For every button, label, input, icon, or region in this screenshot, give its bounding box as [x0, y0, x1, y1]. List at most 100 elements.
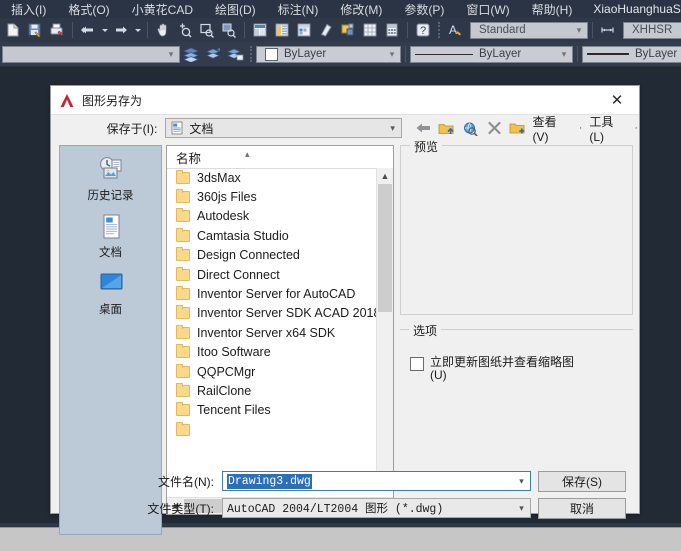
- menu-insert[interactable]: 插入(I): [0, 1, 57, 18]
- help-icon[interactable]: ?: [413, 20, 433, 40]
- properties-icon[interactable]: [250, 20, 270, 40]
- file-list-header[interactable]: 名称 ▴: [167, 146, 393, 169]
- menu-parametric[interactable]: 参数(P): [393, 1, 455, 18]
- layer-combo[interactable]: ByLayer ▾: [256, 45, 401, 63]
- linetype-combo[interactable]: ByLayer ▾: [410, 45, 573, 63]
- chevron-down-icon[interactable]: ▾: [513, 503, 530, 514]
- lineweight-value: ByLayer: [635, 48, 678, 60]
- dialog-title-bar[interactable]: 图形另存为 ✕: [51, 86, 639, 115]
- plot-icon[interactable]: [47, 20, 67, 40]
- text-style-icon[interactable]: A: [445, 20, 465, 40]
- vertical-scroll-thumb[interactable]: [378, 184, 392, 312]
- list-item[interactable]: Camtasia Studio: [167, 226, 378, 245]
- scroll-up-icon[interactable]: ▲: [377, 168, 393, 184]
- list-item[interactable]: Inventor Server x64 SDK: [167, 323, 378, 342]
- file-list-vertical-scrollbar[interactable]: ▲ ▼: [376, 168, 393, 490]
- menu-bar: 插入(I) 格式(O) 小黄花CAD 绘图(D) 标注(N) 修改(M) 参数(…: [0, 0, 681, 18]
- menu-modify[interactable]: 修改(M): [329, 1, 393, 18]
- file-type-combo[interactable]: AutoCAD 2004/LT2004 图形 (*.dwg) ▾: [222, 498, 531, 518]
- new-folder-icon[interactable]: [507, 118, 529, 138]
- new-sheet-icon[interactable]: [3, 20, 23, 40]
- list-item[interactable]: Autodesk: [167, 207, 378, 226]
- toolbar-layers-properties: ▾ ByLayer ▾ ByLayer ▾ ByLayer ▾: [0, 42, 681, 67]
- chevron-down-icon[interactable]: ▾: [165, 49, 177, 60]
- menu-draw[interactable]: 绘图(D): [204, 1, 267, 18]
- design-center-icon[interactable]: [272, 20, 292, 40]
- delete-icon[interactable]: [483, 118, 505, 138]
- undo-icon[interactable]: [78, 20, 98, 40]
- toolbar-separator: [592, 22, 593, 38]
- calculator-icon[interactable]: [382, 20, 402, 40]
- place-desktop[interactable]: 桌面: [60, 266, 161, 323]
- list-item[interactable]: RailClone: [167, 381, 378, 400]
- list-item[interactable]: Itoo Software: [167, 343, 378, 362]
- update-thumbnail-option[interactable]: 立即更新图纸并查看缩略图(U): [410, 356, 580, 382]
- list-item[interactable]: Design Connected: [167, 246, 378, 265]
- toolbar-separator: [244, 22, 245, 38]
- place-documents[interactable]: 文档: [60, 209, 161, 266]
- redo-dropdown-icon[interactable]: [133, 20, 142, 40]
- layer-state-combo[interactable]: ▾: [2, 45, 180, 63]
- save-as-icon[interactable]: [25, 20, 45, 40]
- zoom-window-icon[interactable]: [197, 20, 217, 40]
- list-item[interactable]: Inventor Server SDK ACAD 2018: [167, 304, 378, 323]
- list-item[interactable]: [167, 420, 378, 439]
- list-item[interactable]: QQPCMgr: [167, 362, 378, 381]
- menu-xhh-cad[interactable]: 小黄花CAD: [121, 1, 204, 18]
- toolbar-grip[interactable]: [250, 46, 252, 62]
- search-web-icon[interactable]: [460, 118, 482, 138]
- pan-hand-icon[interactable]: [153, 20, 173, 40]
- zoom-previous-icon[interactable]: [219, 20, 239, 40]
- back-arrow-icon[interactable]: [413, 118, 435, 138]
- save-in-value: 文档: [189, 121, 214, 136]
- tools-menu[interactable]: 工具(L): [587, 113, 629, 144]
- lineweight-combo[interactable]: ByLayer ▾: [582, 45, 681, 63]
- menu-help[interactable]: 帮助(H): [521, 1, 584, 18]
- dimension-style-combo[interactable]: XHHSR ▾: [623, 21, 681, 39]
- close-icon[interactable]: ✕: [595, 86, 639, 114]
- cancel-button[interactable]: 取消: [538, 497, 626, 519]
- layer-properties-icon[interactable]: [181, 44, 201, 64]
- update-thumbnail-checkbox[interactable]: [410, 357, 424, 371]
- list-item[interactable]: 3dsMax: [167, 168, 378, 187]
- place-history[interactable]: 历史记录: [60, 152, 161, 209]
- chevron-down-icon[interactable]: ▾: [386, 49, 398, 60]
- list-item[interactable]: 360js Files: [167, 187, 378, 206]
- chevron-down-icon[interactable]: ▾: [573, 25, 585, 36]
- chevron-down-icon[interactable]: ▾: [513, 476, 530, 487]
- table-icon[interactable]: [360, 20, 380, 40]
- tool-palettes-icon[interactable]: [294, 20, 314, 40]
- chevron-down-icon[interactable]: ▾: [558, 49, 570, 60]
- list-item[interactable]: Direct Connect: [167, 265, 378, 284]
- list-item[interactable]: Tencent Files: [167, 401, 378, 420]
- chevron-down-icon[interactable]: ▾: [385, 123, 401, 134]
- file-list-body[interactable]: 3dsMax 360js Files Autodesk Camtasia Stu…: [167, 168, 378, 490]
- place-documents-label: 文档: [99, 247, 122, 259]
- menu-format[interactable]: 格式(O): [57, 1, 120, 18]
- up-one-level-icon[interactable]: [436, 118, 458, 138]
- options-content: 立即更新图纸并查看缩略图(U): [400, 329, 633, 454]
- toolbar-grip[interactable]: [438, 22, 440, 38]
- list-item[interactable]: Inventor Server for AutoCAD: [167, 284, 378, 303]
- layer-make-current-icon[interactable]: [225, 44, 245, 64]
- text-style-combo[interactable]: Standard ▾: [470, 21, 588, 39]
- layer-previous-icon[interactable]: [203, 44, 223, 64]
- markup-set-icon[interactable]: [338, 20, 358, 40]
- file-type-value: AutoCAD 2004/LT2004 图形 (*.dwg): [227, 503, 444, 516]
- menu-window[interactable]: 窗口(W): [455, 1, 520, 18]
- save-button[interactable]: 保存(S): [538, 470, 626, 492]
- sheet-set-icon[interactable]: [316, 20, 336, 40]
- file-name-input[interactable]: Drawing3.dwg ▾: [222, 471, 531, 491]
- dimension-style-icon[interactable]: [598, 20, 618, 40]
- update-thumbnail-label: 立即更新图纸并查看缩略图(U): [430, 355, 575, 382]
- view-menu[interactable]: 查看(V): [530, 113, 573, 144]
- undo-dropdown-icon[interactable]: [100, 20, 109, 40]
- user-account-label[interactable]: XiaoHuanghuaStudyRoo: [593, 2, 681, 16]
- menu-dropdown-dot-icon[interactable]: ·: [576, 122, 586, 134]
- save-in-combo[interactable]: 文档 ▾: [165, 118, 402, 138]
- menu-dimension[interactable]: 标注(N): [267, 1, 330, 18]
- zoom-realtime-icon[interactable]: [175, 20, 195, 40]
- dialog-title: 图形另存为: [82, 93, 143, 108]
- menu-dropdown-dot-icon[interactable]: ·: [631, 122, 641, 134]
- redo-icon[interactable]: [111, 20, 131, 40]
